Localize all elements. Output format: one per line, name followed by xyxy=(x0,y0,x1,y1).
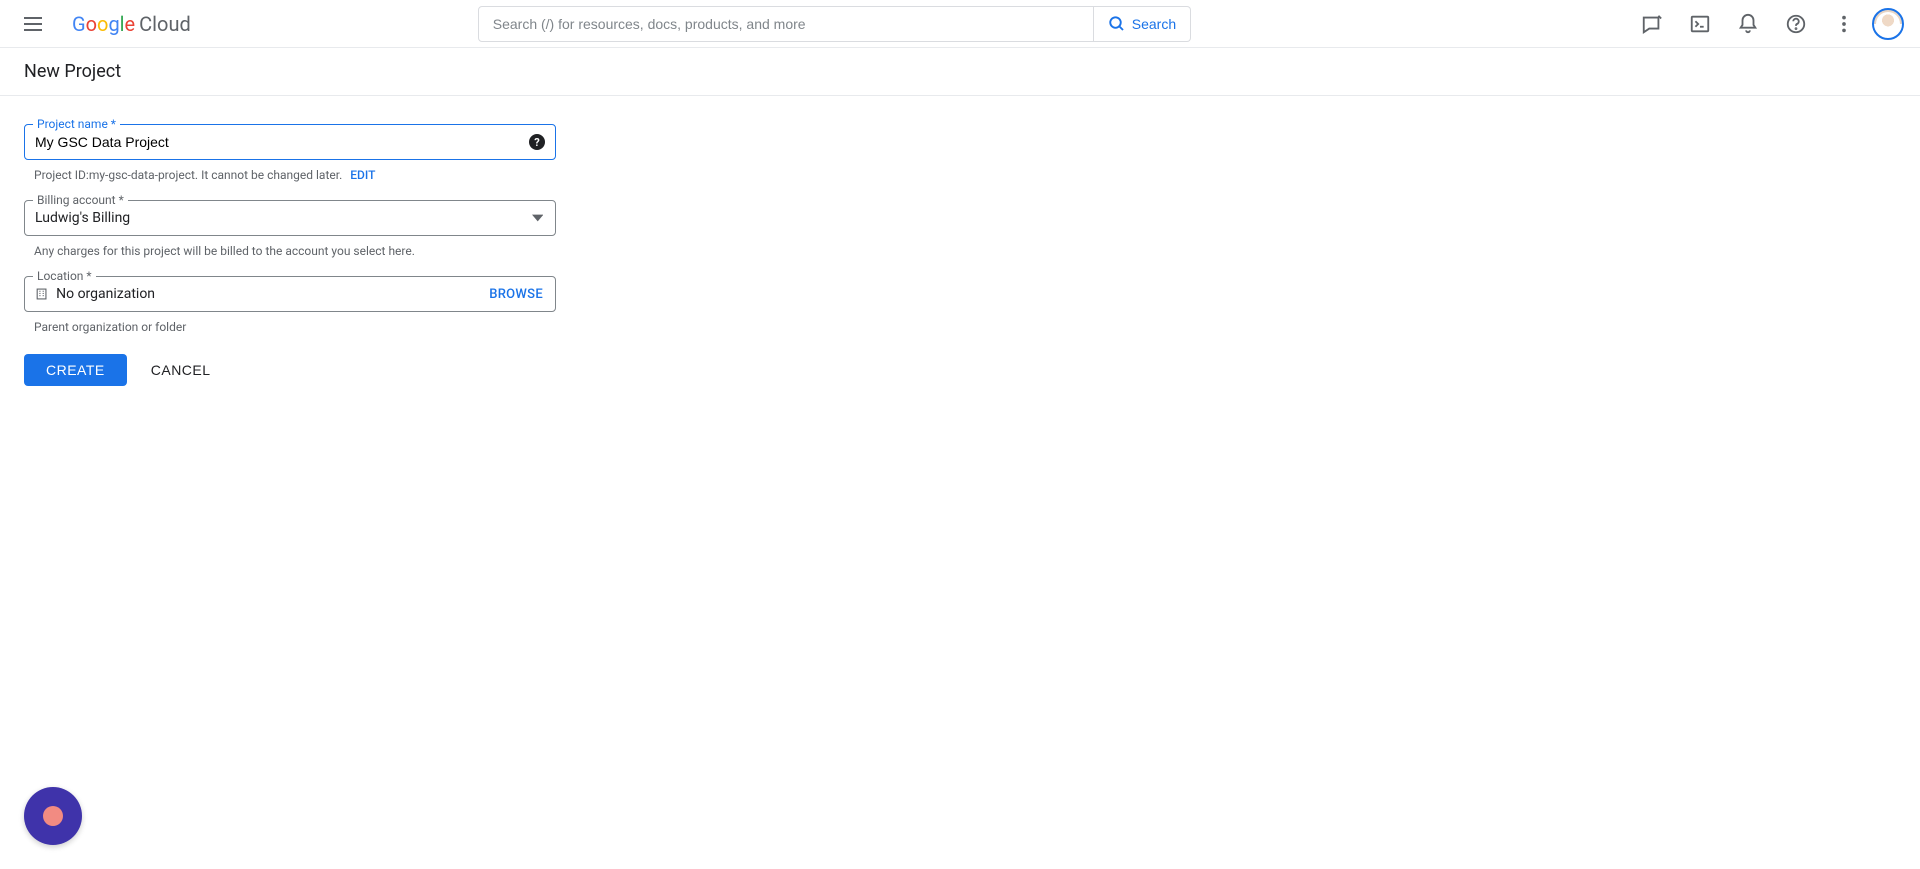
logo[interactable]: Google Cloud xyxy=(72,12,191,36)
header-actions xyxy=(1632,4,1904,44)
location-field: Location * No organization BROWSE xyxy=(24,276,556,312)
billing-helper: Any charges for this project will be bil… xyxy=(34,244,556,258)
form-actions: CREATE CANCEL xyxy=(24,354,556,386)
project-name-field: Project name * ? xyxy=(24,124,556,160)
project-name-label: Project name * xyxy=(33,117,120,131)
notifications-icon[interactable] xyxy=(1728,4,1768,44)
cloudshell-icon[interactable] xyxy=(1680,4,1720,44)
location-label: Location * xyxy=(33,269,96,283)
avatar[interactable] xyxy=(1872,8,1904,40)
browse-location-button[interactable]: BROWSE xyxy=(489,287,543,302)
menu-icon[interactable] xyxy=(16,4,56,44)
create-button[interactable]: CREATE xyxy=(24,354,127,386)
more-icon[interactable] xyxy=(1824,4,1864,44)
organization-icon xyxy=(35,286,48,302)
project-name-help-icon[interactable]: ? xyxy=(529,134,545,150)
billing-account-field: Billing account * Ludwig's Billing xyxy=(24,200,556,236)
billing-account-label: Billing account * xyxy=(33,193,128,207)
search-input[interactable] xyxy=(478,6,1094,42)
header: Google Cloud Search xyxy=(0,0,1920,48)
page-title: New Project xyxy=(0,48,1920,96)
record-fab[interactable] xyxy=(24,787,82,845)
search-icon xyxy=(1108,15,1126,33)
location-value: No organization xyxy=(52,277,489,311)
chat-icon[interactable] xyxy=(1632,4,1672,44)
project-id-helper: Project ID: my-gsc-data-project . It can… xyxy=(34,168,556,182)
help-icon[interactable] xyxy=(1776,4,1816,44)
logo-cloud-text: Cloud xyxy=(139,12,191,36)
search-button[interactable]: Search xyxy=(1094,6,1191,42)
search-container: Search xyxy=(478,6,1191,42)
cancel-button[interactable]: CANCEL xyxy=(151,354,211,386)
search-button-label: Search xyxy=(1132,16,1176,32)
edit-project-id-link[interactable]: EDIT xyxy=(350,168,375,182)
record-icon xyxy=(43,806,63,826)
billing-account-select[interactable]: Billing account * Ludwig's Billing xyxy=(24,200,556,236)
form-content: Project name * ? Project ID: my-gsc-data… xyxy=(0,96,580,414)
location-helper: Parent organization or folder xyxy=(34,320,556,334)
chevron-down-icon xyxy=(532,212,543,224)
